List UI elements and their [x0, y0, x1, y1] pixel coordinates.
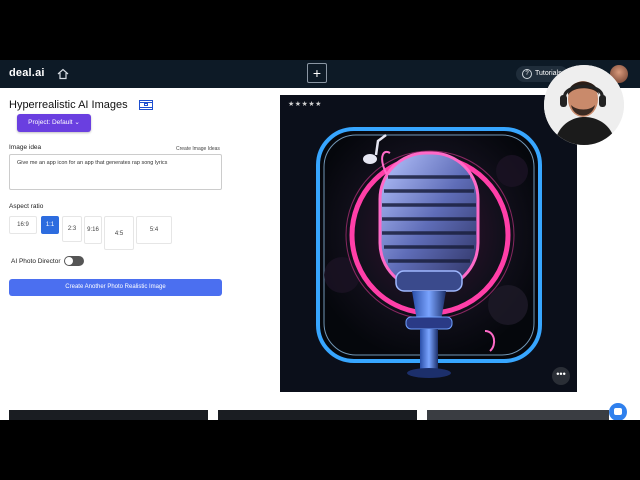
- microphone-app-icon-image: [280, 95, 577, 392]
- photo-director-toggle[interactable]: [64, 256, 84, 266]
- help-icon: ?: [522, 69, 532, 79]
- page-title: Hyperrealistic AI Images: [9, 99, 128, 111]
- history-thumbnail-1[interactable]: [9, 410, 208, 420]
- home-icon-graphic: [57, 68, 69, 80]
- generated-image-card[interactable]: ★★★★★ •••: [280, 95, 577, 392]
- project-dropdown-button[interactable]: Project: Default ⌄: [17, 114, 91, 132]
- aspect-ratio-label: Aspect ratio: [9, 203, 44, 210]
- aspect-option-4-5[interactable]: 4:5: [104, 216, 134, 250]
- webcam-overlay: [544, 65, 624, 145]
- more-options-button[interactable]: •••: [552, 367, 570, 385]
- flag-icon: [139, 100, 153, 110]
- aspect-option-2-3[interactable]: 2:3: [62, 216, 82, 242]
- project-label: Project: Default: [28, 119, 73, 126]
- letterbox-top: [0, 0, 640, 60]
- create-image-ideas-link[interactable]: Create Image Ideas: [176, 146, 220, 152]
- rating-stars[interactable]: ★★★★★: [288, 100, 322, 108]
- letterbox-bottom: [0, 420, 640, 480]
- chat-support-button[interactable]: [609, 403, 627, 420]
- history-thumbnail-3[interactable]: [427, 410, 609, 420]
- top-navbar: deal.ai + ? Tutorials: [0, 60, 640, 88]
- presenter-webcam-image: [544, 65, 624, 145]
- add-button[interactable]: +: [307, 63, 327, 83]
- aspect-option-5-4[interactable]: 5:4: [136, 216, 172, 244]
- image-idea-input[interactable]: Give me an app icon for an app that gene…: [9, 154, 222, 190]
- aspect-option-1-1[interactable]: 1:1: [41, 216, 59, 234]
- app-logo[interactable]: deal.ai: [9, 67, 45, 79]
- image-idea-label: Image idea: [9, 144, 42, 151]
- home-icon[interactable]: [55, 66, 71, 82]
- aspect-option-16-9[interactable]: 16:9: [9, 216, 37, 234]
- history-thumbnail-2[interactable]: [218, 410, 417, 420]
- chevron-down-icon: ⌄: [74, 119, 80, 126]
- aspect-option-9-16[interactable]: 9:16: [84, 216, 102, 244]
- photo-director-label: AI Photo Director: [11, 258, 61, 265]
- create-image-button[interactable]: Create Another Photo Realistic Image: [9, 279, 222, 296]
- app-window: deal.ai + ? Tutorials Hyperrealistic AI …: [0, 60, 640, 420]
